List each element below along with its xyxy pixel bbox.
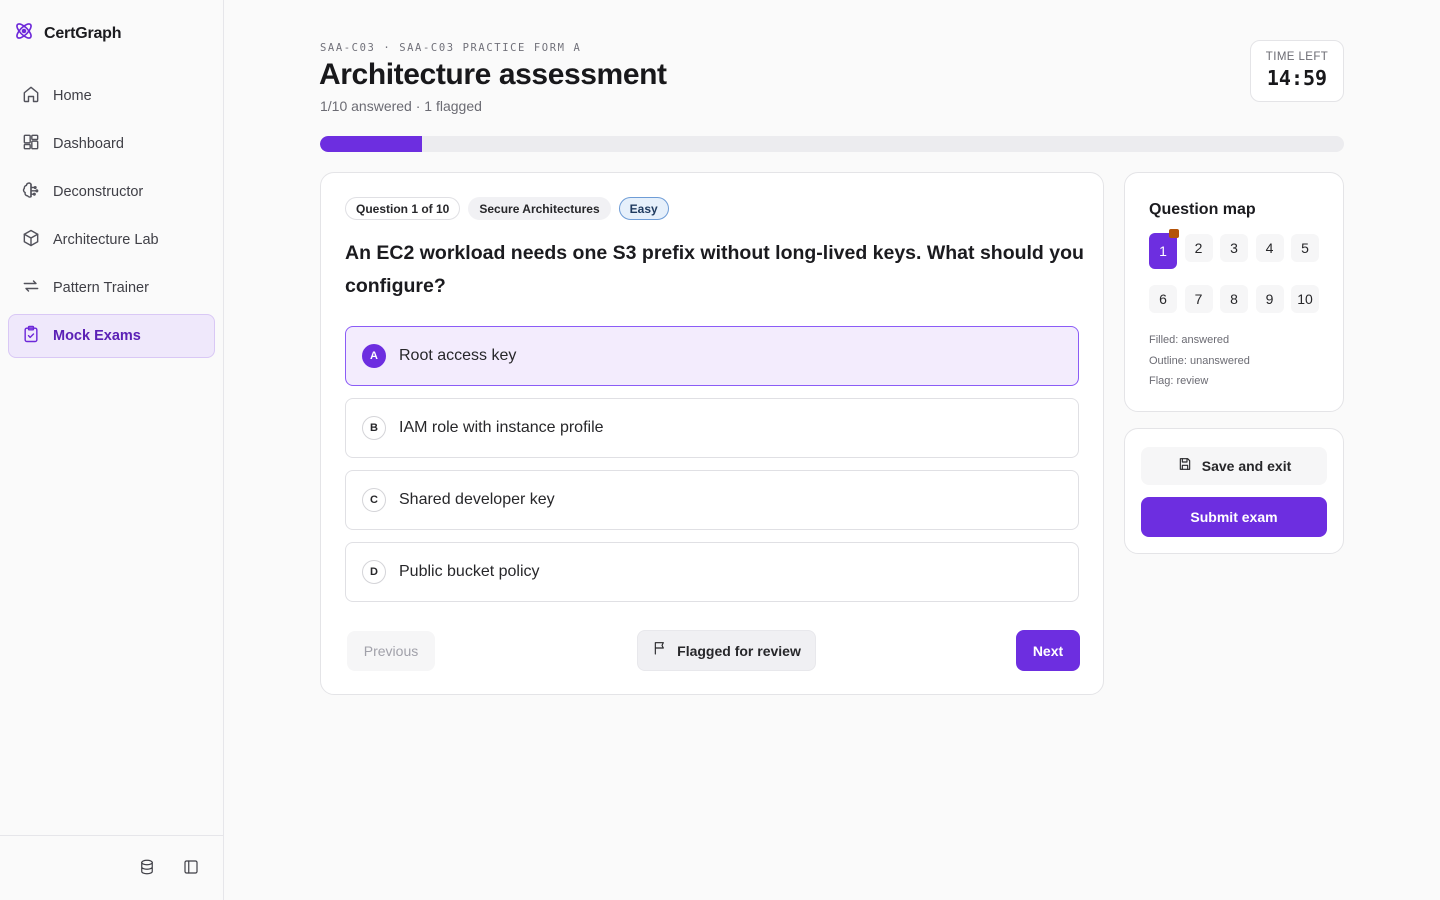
question-map-number: 4: [1265, 240, 1274, 256]
question-map-number: 2: [1194, 240, 1203, 256]
option-letter: C: [362, 488, 386, 512]
previous-button[interactable]: Previous: [347, 631, 435, 671]
option-letter: B: [362, 416, 386, 440]
dashboard-icon: [21, 132, 41, 157]
exam-actions-card: Save and exit Submit exam: [1124, 428, 1344, 554]
sidebar-item-label: Home: [53, 88, 92, 104]
page-title: Architecture assessment: [319, 58, 667, 91]
save-icon: [1177, 456, 1193, 477]
submit-exam-button[interactable]: Submit exam: [1141, 497, 1327, 537]
question-map-card: Question map 1 2 3 4 5 6 7 8 9 10 Filled: answere…: [1124, 172, 1344, 412]
timer: TIME LEFT 14:59: [1250, 40, 1344, 102]
sidebar-footer: [0, 835, 223, 900]
option-text: Public bucket policy: [399, 563, 540, 580]
option-text: IAM role with instance profile: [399, 419, 604, 436]
difficulty-badge: Easy: [618, 197, 669, 220]
question-map-cell[interactable]: 2: [1184, 234, 1213, 262]
sidebar-item-label: Pattern Trainer: [53, 280, 149, 296]
question-map-number: 1: [1159, 243, 1167, 259]
sidebar-item-label: Mock Exams: [53, 328, 141, 344]
question-map-cell[interactable]: 7: [1184, 285, 1213, 313]
question-map-title: Question map: [1149, 201, 1256, 218]
flag-icon: [652, 640, 668, 661]
flag-for-review-button[interactable]: Flagged for review: [637, 630, 816, 671]
save-button-label: Save and exit: [1201, 458, 1292, 474]
progress-fill: [320, 136, 423, 152]
brain-icon: [21, 180, 41, 205]
answer-option-c[interactable]: C Shared developer key: [345, 470, 1079, 530]
save-and-exit-button[interactable]: Save and exit: [1141, 447, 1327, 485]
question-map-cell[interactable]: 3: [1220, 234, 1248, 262]
atom-icon: [13, 20, 35, 47]
question-map-cell[interactable]: 10: [1291, 285, 1319, 313]
cube-icon: [21, 228, 41, 253]
question-text: An EC2 workload needs one S3 prefix with…: [345, 242, 1084, 297]
sidebar-item-architecture-lab[interactable]: Architecture Lab: [8, 218, 215, 262]
question-map-cell[interactable]: 4: [1255, 234, 1284, 262]
answer-option-a[interactable]: A Root access key: [345, 326, 1079, 386]
brand-name: CertGraph: [44, 24, 122, 42]
sidebar-item-label: Deconstructor: [53, 184, 144, 200]
timer-label: TIME LEFT: [1265, 51, 1329, 63]
question-map-cell[interactable]: 9: [1255, 285, 1284, 313]
progress-bar: [320, 136, 1344, 152]
question-map-cell[interactable]: 8: [1220, 285, 1248, 313]
flag-marker-icon: [1169, 229, 1179, 238]
exam-eyebrow: SAA-C03 · SAA-C03 PRACTICE FORM A: [320, 42, 582, 54]
domain-badge: Secure Architectures: [468, 197, 611, 220]
option-text: Root access key: [399, 347, 517, 364]
question-map-number: 10: [1297, 291, 1313, 307]
question-map-grid: 1 2 3 4 5 6 7 8 9 10: [1149, 229, 1321, 313]
question-map-cell[interactable]: 6: [1149, 285, 1177, 313]
answer-option-b[interactable]: B IAM role with instance profile: [345, 398, 1079, 458]
database-icon: [138, 858, 156, 881]
question-map-number: 7: [1194, 291, 1203, 307]
sidebar-item-deconstructor[interactable]: Deconstructor: [8, 170, 215, 214]
panel-toggle-button[interactable]: [180, 858, 202, 880]
legend-unanswered: Outline: unanswered: [1149, 354, 1250, 367]
sidebar: CertGraph Home Dashboard Deconstructor A…: [0, 0, 224, 900]
clipboard-check-icon: [21, 324, 41, 349]
option-letter: A: [362, 344, 386, 368]
sidebar-item-label: Architecture Lab: [53, 232, 159, 248]
answer-option-d[interactable]: D Public bucket policy: [345, 542, 1079, 602]
question-map-cell[interactable]: 5: [1291, 234, 1319, 262]
question-card: Question 1 of 10 Secure Architectures Ea…: [320, 172, 1104, 695]
home-icon: [21, 84, 41, 109]
question-map-number: 9: [1265, 291, 1274, 307]
option-letter: D: [362, 560, 386, 584]
question-map-cell[interactable]: 1: [1149, 229, 1179, 269]
question-map-number: 3: [1230, 240, 1238, 256]
database-button[interactable]: [136, 858, 158, 880]
sidebar-item-pattern-trainer[interactable]: Pattern Trainer: [8, 266, 215, 310]
legend-answered: Filled: answered: [1149, 334, 1230, 346]
option-text: Shared developer key: [399, 491, 555, 508]
sidebar-nav: Home Dashboard Deconstructor Architectur…: [8, 74, 215, 362]
question-map-number: 6: [1159, 291, 1167, 307]
sidebar-item-home[interactable]: Home: [8, 74, 215, 118]
sidebar-item-label: Dashboard: [53, 136, 124, 152]
timer-value: 14:59: [1266, 66, 1328, 90]
question-position-badge: Question 1 of 10: [345, 197, 461, 220]
sidebar-item-mock-exams[interactable]: Mock Exams: [8, 314, 215, 358]
brand[interactable]: CertGraph: [13, 20, 122, 47]
question-map-number: 8: [1230, 291, 1238, 307]
question-map-legend: Filled: answered Outline: unanswered Fla…: [1149, 330, 1250, 392]
answered-summary: 1/10 answered · 1 flagged: [320, 98, 482, 114]
flag-button-label: Flagged for review: [677, 642, 801, 659]
question-map-number: 5: [1301, 240, 1309, 256]
next-button[interactable]: Next: [1016, 630, 1080, 671]
panel-toggle-icon: [182, 858, 200, 881]
answer-options: A Root access key B IAM role with instan…: [345, 326, 1079, 614]
repeat-icon: [21, 276, 41, 301]
legend-flag: Flag: review: [1149, 375, 1209, 387]
sidebar-item-dashboard[interactable]: Dashboard: [8, 122, 215, 166]
question-chips: Question 1 of 10 Secure Architectures Ea…: [345, 197, 669, 220]
